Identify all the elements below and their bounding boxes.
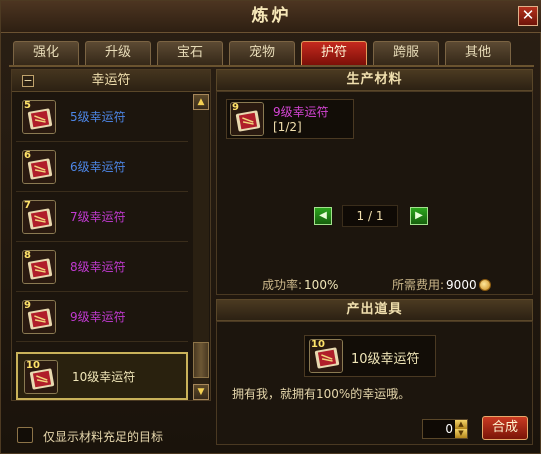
recipe-list-panel: − 幸运符 5 5级幸运符 6 6级幸运符 7 7级幸运符 8 8级幸运符 9 9级幸运符… [11,69,211,401]
fee-label: 所需费用: [392,278,445,292]
list-item[interactable]: 8 8级幸运符 [16,244,188,292]
material-pager: ◀ 1 / 1 ▶ [312,205,432,227]
material-level-badge: 9 [232,102,239,113]
list-item[interactable]: 7 7级幸运符 [16,194,188,242]
item-level-badge: 7 [24,200,31,211]
next-page-button[interactable]: ▶ [410,207,428,225]
quantity-up-icon[interactable]: ▲ [455,420,467,429]
collapse-icon[interactable]: − [22,75,34,87]
success-rate: 成功率: 100% [262,276,338,293]
prev-page-button[interactable]: ◀ [314,207,332,225]
success-rate-label: 成功率: [262,278,303,292]
tab-strengthen[interactable]: 强化 [13,41,79,65]
category-title: 幸运符 [91,73,131,88]
item-label: 10级幸运符 [72,370,136,384]
detail-panel: 生产材料 9 9级幸运符 [1/2] ◀ 1 / 1 ▶ 成功率: 100% 所… [216,69,533,445]
output-level-badge: 10 [311,339,325,350]
output-header: 产出道具 [216,299,533,321]
lucky-charm-icon: 8 [22,250,56,284]
lucky-charm-icon: 5 [22,100,56,134]
tab-amulet[interactable]: 护符 [301,41,367,65]
filter-checkbox[interactable] [17,427,33,443]
list-item[interactable]: 10 10级幸运符 [16,352,188,400]
material-count: [1/2] [273,120,302,134]
item-level-badge: 5 [24,100,31,111]
item-level-badge: 10 [26,360,40,371]
close-button[interactable]: ✕ [518,6,538,26]
lucky-charm-icon: 7 [22,200,56,234]
lucky-charm-icon: 10 [24,360,58,394]
coin-icon [478,279,491,291]
list-item[interactable]: 5 5级幸运符 [16,94,188,142]
item-level-badge: 8 [24,250,31,261]
furnace-window: 炼炉 ✕ 强化 升级 宝石 宠物 护符 跨服 其他 − 幸运符 5 5级幸运符 6… [0,0,541,454]
category-header[interactable]: − 幸运符 [12,70,210,92]
list-item[interactable]: 9 9级幸运符 [16,294,188,342]
required-fee: 所需费用: 9000 [392,276,491,293]
item-label: 6级幸运符 [70,160,126,174]
tab-upgrade[interactable]: 升级 [85,41,151,65]
item-level-badge: 6 [24,150,31,161]
item-label: 9级幸运符 [70,310,126,324]
success-rate-value: 100% [304,278,339,292]
compose-button[interactable]: 合成 [482,416,528,440]
tab-cross-server[interactable]: 跨服 [373,41,439,65]
scroll-up-button[interactable]: ▲ [193,94,209,110]
quantity-value[interactable]: 0 [429,422,453,436]
tab-divider [9,65,534,67]
output-description: 拥有我，就拥有100%的幸运哦。 [232,387,411,401]
list-item[interactable]: 6 6级幸运符 [16,144,188,192]
scrollbar[interactable]: ▲ ▼ [193,94,209,400]
page-indicator: 1 / 1 [342,205,398,227]
item-label: 8级幸运符 [70,260,126,274]
material-slot[interactable]: 9 9级幸运符 [1/2] [226,99,354,139]
output-slot[interactable]: 10 10级幸运符 [304,335,436,377]
lucky-charm-icon: 10 [309,339,343,373]
scroll-down-button[interactable]: ▼ [193,384,209,400]
quantity-down-icon[interactable]: ▼ [455,429,467,438]
lucky-charm-icon: 9 [22,300,56,334]
tab-bar: 强化 升级 宝石 宠物 护符 跨服 其他 [13,41,533,65]
tab-pet[interactable]: 宠物 [229,41,295,65]
output-name: 10级幸运符 [351,352,420,367]
window-title: 炼炉 [251,6,292,26]
fee-value: 9000 [446,278,477,292]
item-level-badge: 9 [24,300,31,311]
tab-gem[interactable]: 宝石 [157,41,223,65]
material-name: 9级幸运符 [273,105,329,119]
materials-header: 生产材料 [216,69,533,91]
tab-other[interactable]: 其他 [445,41,511,65]
item-label: 7级幸运符 [70,210,126,224]
scroll-thumb[interactable] [193,342,209,378]
lucky-charm-icon: 9 [230,102,264,136]
title-bar: 炼炉 ✕ [1,1,541,33]
item-label: 5级幸运符 [70,110,126,124]
filter-label: 仅显示材料充足的目标 [43,430,164,444]
quantity-stepper[interactable]: 0 ▲ ▼ [422,419,468,439]
lucky-charm-icon: 6 [22,150,56,184]
